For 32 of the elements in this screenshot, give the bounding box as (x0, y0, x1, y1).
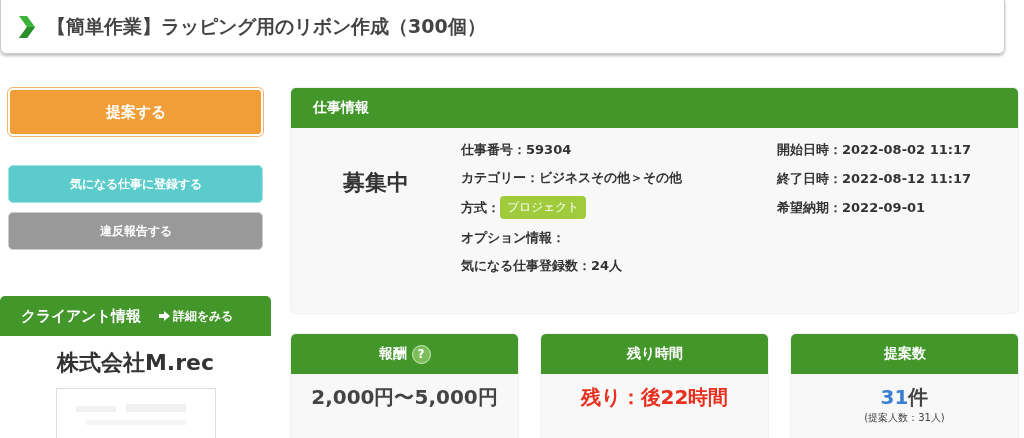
type-tag: プロジェクト (500, 196, 586, 219)
client-heading: クライアント情報 (21, 306, 141, 326)
stat-heading: 提案数 (883, 345, 926, 363)
detail-value: ビジネスその他＞その他 (539, 168, 682, 187)
detail-label: 方式： (461, 198, 500, 217)
detail-label: オプション情報： (461, 228, 565, 247)
detail-label: カテゴリー： (461, 168, 539, 187)
proposal-count: 31 (880, 385, 909, 409)
count-unit: 件 (908, 385, 929, 409)
reward-amount: 2,000円〜5,000円 (310, 384, 499, 411)
stat-heading: 残り時間 (626, 345, 683, 363)
date-item: 希望納期：2022-09-01 (777, 199, 927, 218)
stat-heading: 報酬 (378, 345, 407, 363)
time-remaining: 残り：後22時間 (579, 384, 730, 411)
page-title: 【簡単作業】ラッピング用のリボン作成（300個） (47, 13, 486, 39)
job-status: 募集中 (342, 169, 410, 197)
client-name: 株式会社M.rec (55, 349, 216, 377)
help-icon[interactable]: ? (411, 344, 431, 364)
date-item: 開始日時：2022-08-02 11:17 (777, 141, 973, 159)
date-item: 終了日時：2022-08-12 11:17 (777, 170, 973, 189)
job-heading: 仕事情報 (291, 88, 1018, 128)
chevron-icon (17, 13, 37, 40)
proposer-note: (提案人数：31人) (863, 411, 946, 425)
report-button[interactable]: 違反報告する (8, 212, 263, 250)
detail-label: 気になる仕事登録数： (461, 256, 591, 275)
watch-button[interactable]: 気になる仕事に登録する (8, 165, 263, 203)
detail-value: 59304 (526, 142, 572, 157)
detail-label: 仕事番号： (461, 140, 526, 159)
detail-value: 24人 (591, 256, 623, 275)
primary-button[interactable]: 提案する (8, 88, 263, 136)
details-link[interactable]: 詳細をみる (159, 307, 233, 325)
arrow-icon (159, 311, 170, 321)
